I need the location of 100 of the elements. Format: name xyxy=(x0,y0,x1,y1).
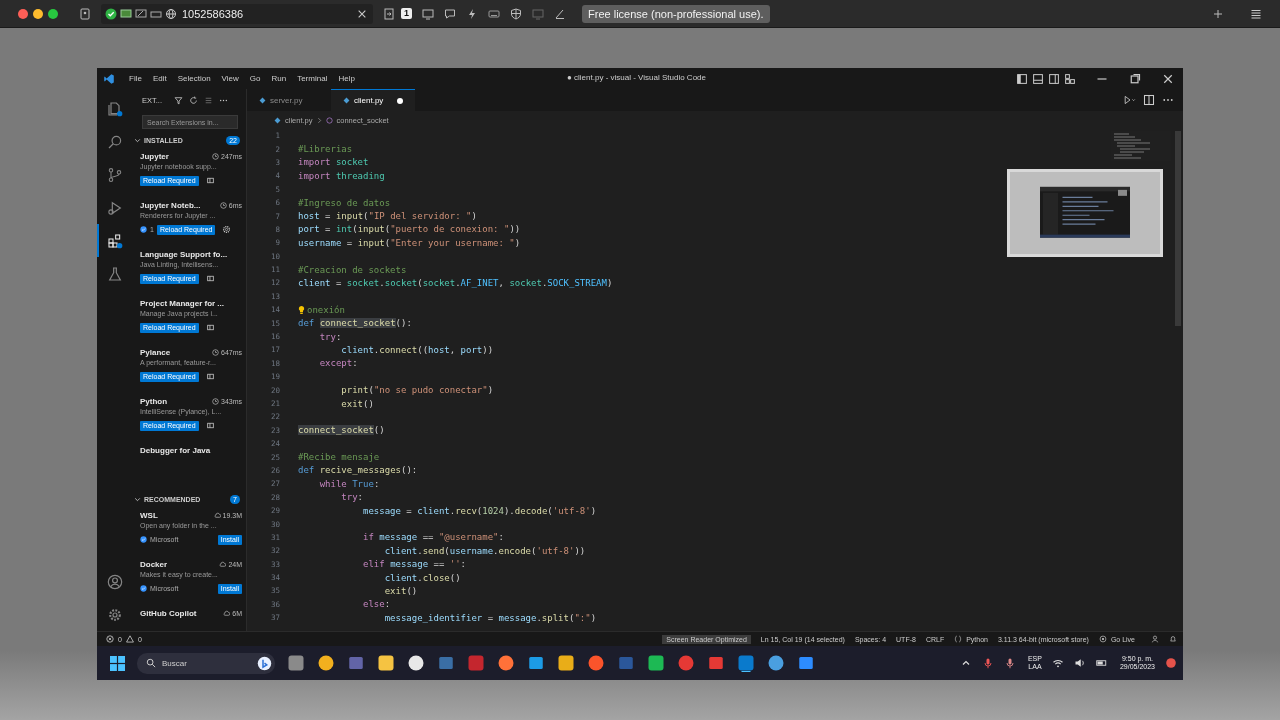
lightbulb-icon[interactable] xyxy=(298,304,305,315)
extension-name: Pylance xyxy=(140,348,171,357)
editor-tab[interactable]: server.py xyxy=(247,89,331,111)
panel-icon[interactable] xyxy=(205,176,215,185)
app-icon[interactable] xyxy=(767,654,785,672)
code-line: except: xyxy=(318,358,358,369)
search-icon xyxy=(106,133,123,150)
extensions-icon xyxy=(106,232,123,249)
file-transfer-icon[interactable] xyxy=(383,7,395,20)
document-icon[interactable] xyxy=(79,7,91,20)
chevron-icon[interactable] xyxy=(134,136,141,144)
extension-name: Project Manager for ... xyxy=(140,299,225,308)
error-icon[interactable] xyxy=(106,635,114,643)
minimize-window-icon[interactable] xyxy=(33,8,43,19)
extension-item[interactable]: Debugger for Java xyxy=(130,442,246,491)
app-icon[interactable] xyxy=(317,654,335,672)
menu-item[interactable]: Help xyxy=(338,74,355,83)
code-line: def recive_messages(): xyxy=(298,465,418,476)
app-icon[interactable] xyxy=(557,654,575,672)
menu-item[interactable]: Terminal xyxy=(297,74,328,83)
code-line: client = socket.socket(socket.AF_INET, socket.SOCK_STREAM) xyxy=(298,278,613,288)
menu-item[interactable]: File xyxy=(129,74,142,83)
code-line: try: xyxy=(318,331,342,342)
close-icon[interactable] xyxy=(357,8,367,19)
monitor-icon[interactable] xyxy=(422,7,434,20)
plus-icon[interactable] xyxy=(1212,7,1224,20)
clock-icon xyxy=(212,349,219,356)
pen-icon[interactable] xyxy=(554,7,566,20)
panel-icon[interactable] xyxy=(205,274,215,283)
panel-toggle-icon[interactable] xyxy=(1033,73,1043,84)
extension-name: Jupyter Noteb... xyxy=(140,201,201,210)
extension-name: WSL xyxy=(140,511,158,520)
app-icon[interactable] xyxy=(407,654,425,672)
panel-icon[interactable] xyxy=(205,421,215,430)
code-line: if message == "@username": xyxy=(362,532,504,543)
shield-icon[interactable] xyxy=(510,7,522,20)
code-line: host = input("IP del servidor: ") xyxy=(298,211,477,222)
play-bug-icon xyxy=(106,199,123,216)
screen-number-badge[interactable]: 1 xyxy=(401,8,412,19)
close-icon[interactable] xyxy=(1162,72,1174,85)
code-line: username = input("Enter your username: ") xyxy=(298,237,521,248)
menu-item[interactable]: Go xyxy=(249,74,261,83)
mic-icon[interactable] xyxy=(1003,657,1016,669)
menu-item[interactable]: Selection xyxy=(177,74,211,83)
menu-item[interactable]: Edit xyxy=(152,74,167,83)
python-file-icon xyxy=(259,97,266,104)
keyboard-icon[interactable] xyxy=(488,7,500,20)
scrollbar[interactable] xyxy=(1175,131,1181,326)
battery-icon[interactable] xyxy=(1095,657,1108,669)
monitor-icon xyxy=(120,7,132,20)
app-icon[interactable] xyxy=(737,654,755,672)
chat-icon[interactable] xyxy=(444,7,456,20)
lightning-icon[interactable] xyxy=(466,7,478,20)
clock-icon xyxy=(219,202,227,209)
person-icon[interactable] xyxy=(1151,635,1159,643)
extension-name: Docker xyxy=(140,560,168,569)
secondary-sidebar-icon[interactable] xyxy=(1049,73,1059,84)
menu-item[interactable]: Run xyxy=(271,74,287,83)
menu-icon[interactable] xyxy=(1250,7,1262,20)
wifi-icon[interactable] xyxy=(1051,657,1064,669)
sidebar-toggle-icon[interactable] xyxy=(1017,73,1027,84)
app-icon[interactable] xyxy=(497,654,515,672)
braces-icon xyxy=(954,635,963,643)
editor-tab[interactable]: client.py xyxy=(331,89,415,111)
zoom-window-icon[interactable] xyxy=(48,8,58,19)
code-logo-icon xyxy=(103,72,115,85)
panel-icon[interactable] xyxy=(205,323,215,332)
app-icon[interactable] xyxy=(377,654,395,672)
app-icon[interactable] xyxy=(527,654,545,672)
refresh-icon[interactable] xyxy=(189,95,198,105)
code-line: else: xyxy=(362,599,391,610)
filter-icon[interactable] xyxy=(174,95,183,105)
extension-name: Jupyter xyxy=(140,152,169,161)
settings-icon[interactable] xyxy=(222,225,232,234)
notification-icon[interactable] xyxy=(1165,657,1177,669)
speaker-icon[interactable] xyxy=(1073,657,1086,669)
globe-icon xyxy=(165,7,177,20)
restore-icon[interactable] xyxy=(1129,72,1141,85)
verified-icon xyxy=(140,585,147,592)
extension-name: Language Support fo... xyxy=(140,250,228,259)
code-line: exit() xyxy=(340,398,374,409)
taskbar-search-field[interactable]: Buscar xyxy=(137,652,275,674)
clock-icon xyxy=(212,153,219,160)
code-line: while True: xyxy=(318,478,380,489)
menu-item[interactable]: View xyxy=(221,74,239,83)
run-icon[interactable] xyxy=(1124,94,1136,106)
windows-start-icon[interactable] xyxy=(110,655,125,671)
panel-icon[interactable] xyxy=(205,372,215,381)
app-icon[interactable] xyxy=(647,654,665,672)
python-file-icon xyxy=(274,116,281,124)
close-window-icon[interactable] xyxy=(18,8,28,19)
split-editor-icon[interactable] xyxy=(1143,94,1155,106)
warning-icon[interactable] xyxy=(125,635,134,643)
connection-field[interactable]: 1052586386 xyxy=(101,3,373,24)
code-line: client.connect((host, port)) xyxy=(340,344,494,355)
code-line: message_identifier = message.split(":") xyxy=(383,612,597,623)
layout-icon[interactable] xyxy=(1065,73,1075,84)
cloud-icon xyxy=(219,561,227,568)
chevron-icon[interactable] xyxy=(134,495,141,503)
bell-icon[interactable] xyxy=(1169,635,1177,643)
